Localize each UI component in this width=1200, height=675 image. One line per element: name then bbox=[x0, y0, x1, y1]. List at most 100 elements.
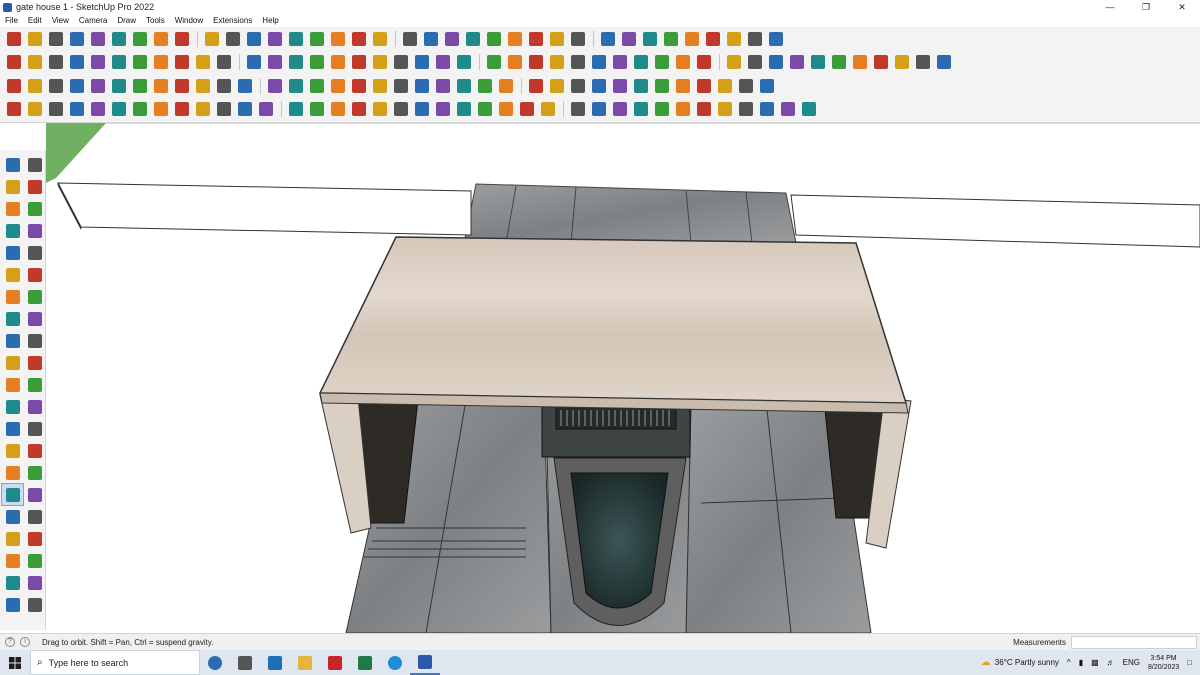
large-tool-icon-19[interactable] bbox=[2, 352, 23, 373]
extensions-tool-icon-21[interactable] bbox=[433, 76, 453, 96]
views-tool-icon-24[interactable] bbox=[505, 52, 525, 72]
draw-tool-icon-38[interactable] bbox=[799, 99, 819, 119]
extensions-tool-icon-27[interactable] bbox=[568, 76, 588, 96]
extensions-tool-icon-26[interactable] bbox=[547, 76, 567, 96]
standard-tool-icon-22[interactable] bbox=[463, 29, 483, 49]
large-tool-icon-32[interactable] bbox=[24, 484, 45, 505]
standard-tool-icon-26[interactable] bbox=[547, 29, 567, 49]
draw-tool-icon-23[interactable] bbox=[475, 99, 495, 119]
menu-camera[interactable]: Camera bbox=[74, 16, 112, 25]
views-tool-icon-39[interactable] bbox=[829, 52, 849, 72]
draw-tool-icon-10[interactable] bbox=[193, 99, 213, 119]
views-tool-icon-32[interactable] bbox=[673, 52, 693, 72]
extensions-tool-icon-31[interactable] bbox=[652, 76, 672, 96]
views-tool-icon-38[interactable] bbox=[808, 52, 828, 72]
views-tool-icon-22[interactable] bbox=[454, 52, 474, 72]
views-tool-icon-5[interactable] bbox=[88, 52, 108, 72]
views-tool-icon-23[interactable] bbox=[484, 52, 504, 72]
views-tool-icon-1[interactable] bbox=[4, 52, 24, 72]
large-tool-icon-40[interactable] bbox=[24, 572, 45, 593]
standard-tool-icon-25[interactable] bbox=[526, 29, 546, 49]
large-tool-icon-29[interactable] bbox=[2, 462, 23, 483]
draw-tool-icon-18[interactable] bbox=[370, 99, 390, 119]
standard-tool-icon-7[interactable] bbox=[130, 29, 150, 49]
large-tool-icon-34[interactable] bbox=[24, 506, 45, 527]
extensions-tool-icon-17[interactable] bbox=[349, 76, 369, 96]
views-tool-icon-10[interactable] bbox=[193, 52, 213, 72]
views-tool-icon-36[interactable] bbox=[766, 52, 786, 72]
draw-tool-icon-31[interactable] bbox=[652, 99, 672, 119]
large-tool-icon-21[interactable] bbox=[2, 374, 23, 395]
views-tool-icon-17[interactable] bbox=[349, 52, 369, 72]
large-tool-icon-15[interactable] bbox=[2, 308, 23, 329]
views-tool-icon-40[interactable] bbox=[850, 52, 870, 72]
views-tool-icon-25[interactable] bbox=[526, 52, 546, 72]
standard-tool-icon-8[interactable] bbox=[151, 29, 171, 49]
extensions-tool-icon-19[interactable] bbox=[391, 76, 411, 96]
draw-tool-icon-6[interactable] bbox=[109, 99, 129, 119]
views-tool-icon-26[interactable] bbox=[547, 52, 567, 72]
standard-tool-icon-28[interactable] bbox=[598, 29, 618, 49]
autocad-icon[interactable] bbox=[320, 650, 350, 675]
draw-tool-icon-14[interactable] bbox=[286, 99, 306, 119]
draw-tool-icon-16[interactable] bbox=[328, 99, 348, 119]
draw-tool-icon-20[interactable] bbox=[412, 99, 432, 119]
extensions-tool-icon-3[interactable] bbox=[46, 76, 66, 96]
large-tool-icon-16[interactable] bbox=[24, 308, 45, 329]
views-tool-icon-13[interactable] bbox=[265, 52, 285, 72]
standard-tool-icon-30[interactable] bbox=[640, 29, 660, 49]
large-tool-icon-27[interactable] bbox=[2, 440, 23, 461]
views-tool-icon-16[interactable] bbox=[328, 52, 348, 72]
views-tool-icon-3[interactable] bbox=[46, 52, 66, 72]
large-tool-icon-6[interactable] bbox=[24, 198, 45, 219]
standard-tool-icon-32[interactable] bbox=[682, 29, 702, 49]
extensions-tool-icon-25[interactable] bbox=[526, 76, 546, 96]
views-tool-icon-7[interactable] bbox=[130, 52, 150, 72]
language-indicator[interactable]: ENG bbox=[1123, 658, 1140, 667]
views-tool-icon-35[interactable] bbox=[745, 52, 765, 72]
draw-tool-icon-36[interactable] bbox=[757, 99, 777, 119]
large-tool-icon-35[interactable] bbox=[2, 528, 23, 549]
views-tool-icon-29[interactable] bbox=[610, 52, 630, 72]
draw-tool-icon-8[interactable] bbox=[151, 99, 171, 119]
standard-tool-icon-17[interactable] bbox=[349, 29, 369, 49]
large-tool-icon-26[interactable] bbox=[24, 418, 45, 439]
menu-draw[interactable]: Draw bbox=[112, 16, 141, 25]
large-tool-icon-36[interactable] bbox=[24, 528, 45, 549]
draw-tool-icon-13[interactable] bbox=[256, 99, 276, 119]
extensions-tool-icon-11[interactable] bbox=[214, 76, 234, 96]
chevron-up-icon[interactable]: ^ bbox=[1067, 658, 1071, 667]
standard-tool-icon-31[interactable] bbox=[661, 29, 681, 49]
large-tool-icon-24[interactable] bbox=[24, 396, 45, 417]
calculator-icon[interactable] bbox=[260, 650, 290, 675]
draw-tool-icon-9[interactable] bbox=[172, 99, 192, 119]
large-tool-icon-39[interactable] bbox=[2, 572, 23, 593]
excel-icon[interactable] bbox=[350, 650, 380, 675]
views-tool-icon-33[interactable] bbox=[694, 52, 714, 72]
extensions-tool-icon-29[interactable] bbox=[610, 76, 630, 96]
draw-tool-icon-4[interactable] bbox=[67, 99, 87, 119]
draw-tool-icon-3[interactable] bbox=[46, 99, 66, 119]
menu-file[interactable]: File bbox=[0, 16, 23, 25]
large-tool-icon-1[interactable] bbox=[2, 154, 23, 175]
extensions-tool-icon-12[interactable] bbox=[235, 76, 255, 96]
large-tool-icon-38[interactable] bbox=[24, 550, 45, 571]
standard-tool-icon-15[interactable] bbox=[307, 29, 327, 49]
extensions-tool-icon-20[interactable] bbox=[412, 76, 432, 96]
draw-tool-icon-29[interactable] bbox=[610, 99, 630, 119]
draw-tool-icon-28[interactable] bbox=[589, 99, 609, 119]
draw-tool-icon-15[interactable] bbox=[307, 99, 327, 119]
views-tool-icon-34[interactable] bbox=[724, 52, 744, 72]
views-tool-icon-2[interactable] bbox=[25, 52, 45, 72]
draw-tool-icon-5[interactable] bbox=[88, 99, 108, 119]
minimize-button[interactable]: — bbox=[1092, 0, 1128, 14]
large-tool-icon-22[interactable] bbox=[24, 374, 45, 395]
standard-tool-icon-20[interactable] bbox=[421, 29, 441, 49]
draw-tool-icon-35[interactable] bbox=[736, 99, 756, 119]
measurements-input[interactable] bbox=[1071, 636, 1197, 649]
large-tool-icon-5[interactable] bbox=[2, 198, 23, 219]
extensions-tool-icon-8[interactable] bbox=[151, 76, 171, 96]
draw-tool-icon-1[interactable] bbox=[4, 99, 24, 119]
views-tool-icon-14[interactable] bbox=[286, 52, 306, 72]
cortana-icon[interactable] bbox=[200, 650, 230, 675]
